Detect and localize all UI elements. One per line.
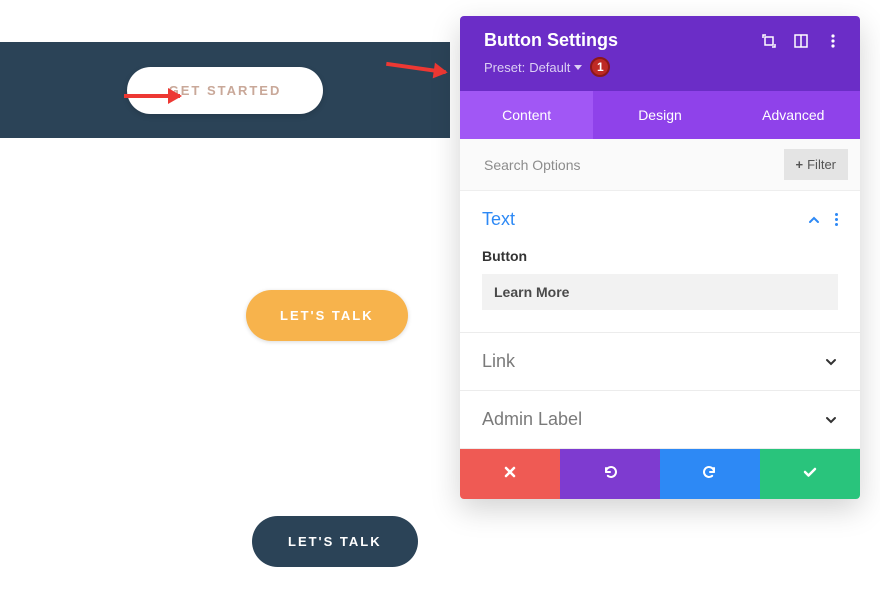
redo-button[interactable] <box>660 449 760 499</box>
tab-advanced[interactable]: Advanced <box>727 91 860 139</box>
preset-value: Default <box>529 60 570 75</box>
section-text: Text Button <box>460 191 860 333</box>
filter-label: Filter <box>807 157 836 172</box>
button-text-input[interactable] <box>482 274 838 310</box>
chevron-down-icon[interactable] <box>824 413 838 427</box>
close-icon <box>503 465 517 484</box>
modal-title: Button Settings <box>484 30 618 51</box>
redo-icon <box>702 464 718 485</box>
annotation-arrow-left <box>124 94 180 98</box>
section-admin-header[interactable]: Admin Label <box>460 391 860 448</box>
chevron-up-icon[interactable] <box>807 213 821 227</box>
section-admin-label: Admin Label <box>460 391 860 449</box>
modal-footer <box>460 449 860 499</box>
get-started-button[interactable]: GET STARTED <box>127 67 324 114</box>
section-link-title: Link <box>482 351 515 372</box>
preset-label: Preset: <box>484 60 525 75</box>
settings-tabs: Content Design Advanced <box>460 91 860 139</box>
section-link: Link <box>460 333 860 391</box>
expand-icon[interactable] <box>762 34 776 48</box>
check-icon <box>802 464 818 485</box>
filter-button[interactable]: + Filter <box>784 149 848 180</box>
undo-icon <box>602 464 618 485</box>
section-text-title: Text <box>482 209 515 230</box>
lets-talk-button-dark[interactable]: LET'S TALK <box>252 516 418 567</box>
tab-design[interactable]: Design <box>593 91 726 139</box>
section-more-icon[interactable] <box>835 213 838 226</box>
more-icon[interactable] <box>826 34 840 48</box>
close-button[interactable] <box>460 449 560 499</box>
annotation-step-badge: 1 <box>590 57 610 77</box>
confirm-button[interactable] <box>760 449 860 499</box>
modal-header[interactable]: Button Settings <box>460 16 860 91</box>
section-link-header[interactable]: Link <box>460 333 860 390</box>
panel-icon[interactable] <box>794 34 808 48</box>
section-admin-title: Admin Label <box>482 409 582 430</box>
chevron-down-icon <box>574 65 582 70</box>
preset-selector[interactable]: Preset: Default 1 <box>484 57 840 77</box>
lets-talk-button-orange[interactable]: LET'S TALK <box>246 290 408 341</box>
button-settings-modal: Button Settings <box>460 16 860 499</box>
undo-button[interactable] <box>560 449 660 499</box>
plus-icon: + <box>796 157 804 172</box>
search-row: Search Options + Filter <box>460 139 860 191</box>
hero-banner: GET STARTED <box>0 42 450 138</box>
chevron-down-icon[interactable] <box>824 355 838 369</box>
tab-content[interactable]: Content <box>460 91 593 139</box>
search-input[interactable]: Search Options <box>484 157 581 173</box>
section-text-header[interactable]: Text <box>460 191 860 248</box>
button-text-label: Button <box>482 248 838 264</box>
